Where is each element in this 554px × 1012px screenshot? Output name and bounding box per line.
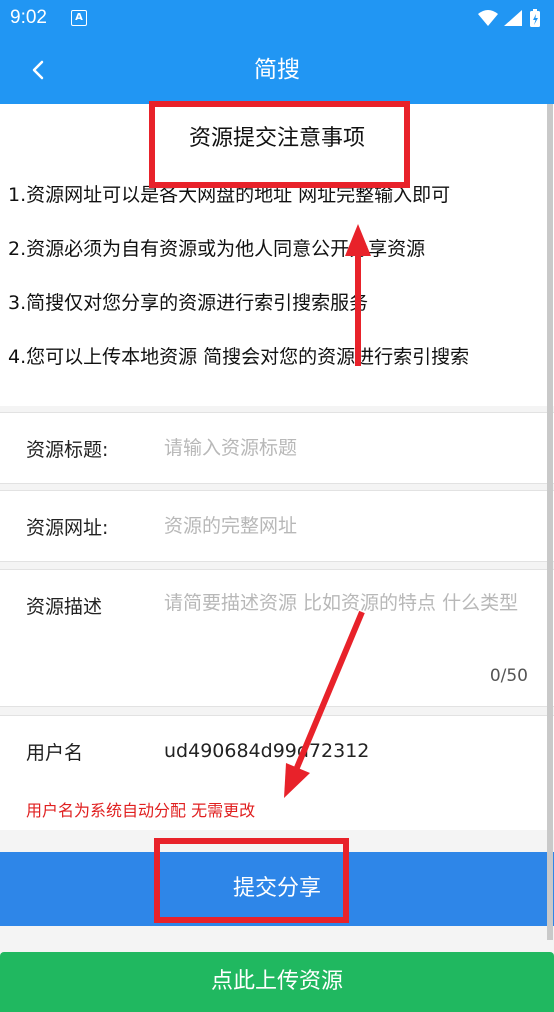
submit-share-button[interactable]: 提交分享: [0, 852, 554, 926]
upload-resource-button[interactable]: 点此上传资源: [0, 952, 554, 1012]
resource-description-label: 资源描述: [26, 596, 103, 618]
notice-item: 4.您可以上传本地资源 简搜会对您的资源进行索引搜索: [8, 346, 470, 368]
character-counter: 0/50: [489, 666, 528, 686]
app-bar: 简搜: [0, 36, 554, 104]
status-time: 9:02: [10, 7, 47, 28]
resource-url-input[interactable]: [164, 511, 534, 541]
wifi-icon: [478, 10, 498, 26]
battery-icon: [530, 9, 540, 27]
scrollbar[interactable]: [547, 104, 553, 940]
username-note: 用户名为系统自动分配 无需更改: [26, 801, 256, 820]
submission-notice: 资源提交注意事项 1.资源网址可以是各大网盘的地址 网址完整输入即可 2.资源必…: [0, 104, 554, 406]
resource-title-label: 资源标题:: [26, 439, 109, 461]
username-label: 用户名: [26, 742, 84, 764]
notice-item: 1.资源网址可以是各大网盘的地址 网址完整输入即可: [8, 184, 451, 206]
resource-url-row: 资源网址:: [0, 490, 554, 562]
username-note-row: 用户名为系统自动分配 无需更改: [0, 786, 554, 830]
notice-item: 2.资源必须为自有资源或为他人同意公开分享资源: [8, 238, 426, 260]
signal-icon: [504, 10, 522, 26]
username-input[interactable]: [164, 736, 534, 766]
resource-title-row: 资源标题:: [0, 412, 554, 484]
status-icons: [478, 9, 540, 27]
resource-title-input[interactable]: [164, 433, 534, 463]
resource-description-input[interactable]: [164, 585, 534, 659]
resource-url-label: 资源网址:: [26, 517, 109, 539]
username-row: 用户名: [0, 715, 554, 786]
notification-icon: A: [71, 10, 87, 26]
status-bar: 9:02 A: [0, 0, 554, 36]
notice-title: 资源提交注意事项: [188, 126, 365, 151]
page-title: 简搜: [254, 57, 300, 83]
resource-description-row: 资源描述 0/50: [0, 569, 554, 707]
notice-item: 3.简搜仅对您分享的资源进行索引搜索服务: [8, 292, 369, 314]
